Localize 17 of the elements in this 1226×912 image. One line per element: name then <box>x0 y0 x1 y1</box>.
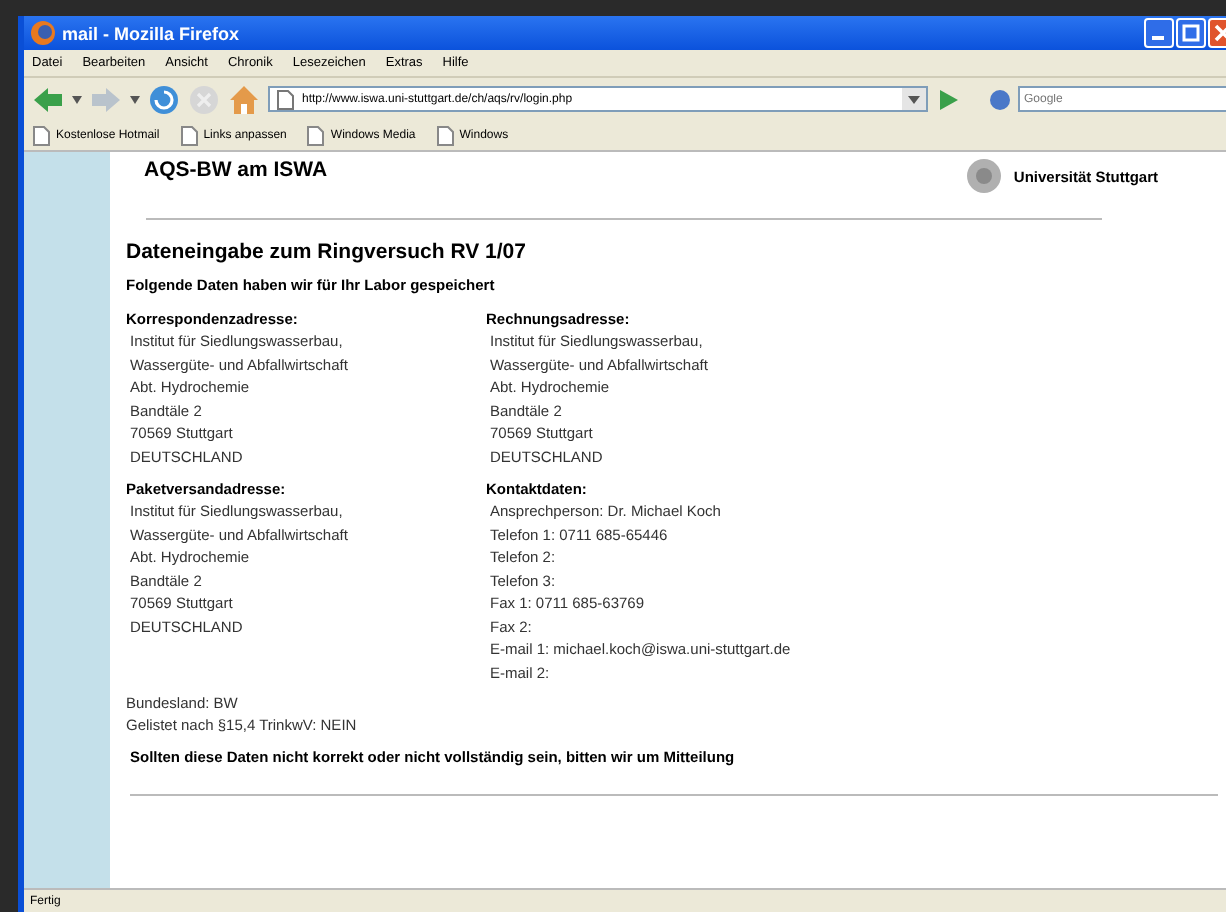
page-icon <box>32 125 50 145</box>
reload-icon[interactable] <box>148 83 180 115</box>
page-heading: Dateneingabe zum Ringversuch RV 1/07 <box>126 240 528 264</box>
maximize-button[interactable] <box>1176 18 1206 48</box>
site-title: AQS-BW am ISWA <box>144 158 328 182</box>
page-icon <box>179 125 198 145</box>
window-title: mail - Mozilla Firefox <box>62 23 240 43</box>
page-icon <box>435 125 454 145</box>
dropdown-caret-icon[interactable] <box>72 95 82 103</box>
back-arrow-icon[interactable] <box>32 85 64 113</box>
browser-logo-icon <box>30 20 56 46</box>
maximize-icon <box>1182 24 1200 42</box>
minimize-button[interactable] <box>1144 18 1174 48</box>
dropdown-caret-icon[interactable] <box>908 95 920 103</box>
go-arrow-icon[interactable] <box>936 87 960 111</box>
dropdown-caret-icon[interactable] <box>130 95 140 103</box>
home-icon[interactable] <box>228 83 260 115</box>
